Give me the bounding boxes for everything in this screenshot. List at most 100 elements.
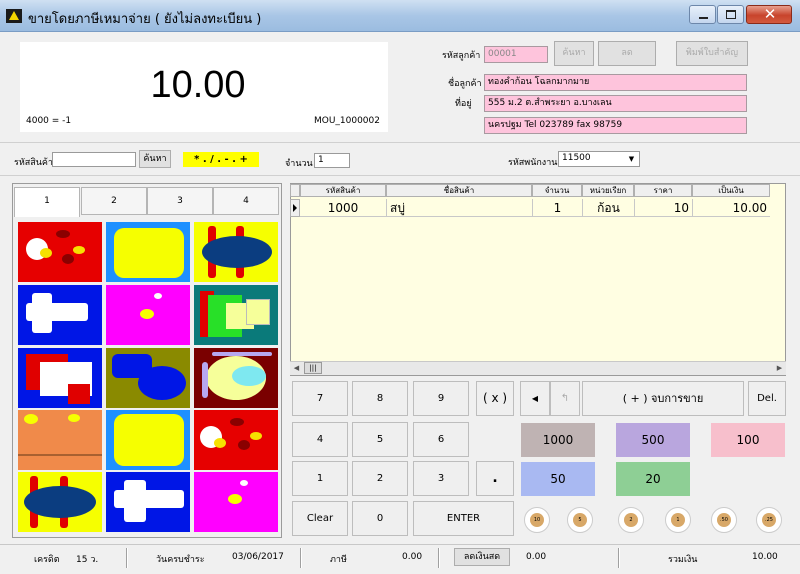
key-7[interactable]: 7 <box>292 381 348 416</box>
tab-2[interactable]: 2 <box>81 187 147 215</box>
status-divider <box>126 548 128 568</box>
display-amount: 10.00 <box>150 64 246 106</box>
coin-50-satang-button[interactable]: .50 <box>711 507 737 533</box>
find-customer-button[interactable]: ค้นหา <box>554 41 594 66</box>
coin-10-icon: 10 <box>530 513 544 527</box>
tab-3[interactable]: 3 <box>147 187 213 215</box>
return-button[interactable]: ↰ <box>550 381 580 416</box>
grid-header-product-code[interactable]: รหัสสินค้า <box>300 184 386 197</box>
status-divider <box>438 548 440 568</box>
coin-1-button[interactable]: 1 <box>665 507 691 533</box>
coin-5-button[interactable]: 5 <box>567 507 593 533</box>
find-product-button[interactable]: ค้นหา <box>139 150 171 168</box>
product-tile-3[interactable] <box>194 222 278 282</box>
address-line1-field[interactable]: 555 ม.2 ต.สำพระยา อ.บางเลน <box>484 95 747 112</box>
product-tile-13[interactable] <box>18 472 102 532</box>
table-cell[interactable]: สบู่ <box>386 199 532 217</box>
note-1000-button[interactable]: 1000 <box>521 423 595 457</box>
status-divider <box>300 548 302 568</box>
tax-label: ภาษี <box>330 555 347 565</box>
scroll-right-icon[interactable]: ▶ <box>773 362 786 374</box>
note-100-button[interactable]: 100 <box>711 423 785 457</box>
tab-4[interactable]: 4 <box>213 187 279 215</box>
chevron-down-icon[interactable]: ▼ <box>625 153 638 165</box>
grid-header-quantity[interactable]: จำนวน <box>532 184 582 197</box>
product-tile-6[interactable] <box>194 285 278 345</box>
quantity-input[interactable]: 1 <box>314 153 350 168</box>
close-button[interactable]: ✕ <box>746 5 792 24</box>
note-50-button[interactable]: 50 <box>521 462 595 496</box>
finish-sale-button[interactable]: ( + ) จบการขาย <box>582 381 744 416</box>
table-cell[interactable]: 1000 <box>300 199 386 217</box>
coin-10-button[interactable]: 10 <box>524 507 550 533</box>
cash-discount-value: 0.00 <box>526 552 547 562</box>
tab-1[interactable]: 1 <box>14 187 80 217</box>
key-3[interactable]: 3 <box>413 461 469 496</box>
customer-name-field[interactable]: ทองคำก้อน โฉลกมากมาย <box>484 74 747 91</box>
return-arrow-icon: ↰ <box>560 393 570 404</box>
total-label: รวมเงิน <box>668 555 698 565</box>
product-tile-4[interactable] <box>18 285 102 345</box>
customer-code-label: รหัสลูกค้า <box>442 51 481 61</box>
back-button[interactable]: ◀ <box>520 381 550 416</box>
add-button[interactable]: ลด <box>598 41 656 66</box>
grid-header-product-name[interactable]: ชื่อสินค้า <box>386 184 532 197</box>
note-500-button[interactable]: 500 <box>616 423 690 457</box>
key-8[interactable]: 8 <box>352 381 408 416</box>
key-4[interactable]: 4 <box>292 422 348 457</box>
clear-button[interactable]: Clear <box>292 501 348 536</box>
product-tile-7[interactable] <box>18 348 102 408</box>
product-tile-8[interactable] <box>106 348 190 408</box>
decimal-button[interactable]: . <box>476 461 514 496</box>
minimize-button[interactable] <box>689 5 716 24</box>
note-20-button[interactable]: 20 <box>616 462 690 496</box>
minimize-icon <box>699 17 708 19</box>
product-tile-1[interactable] <box>18 222 102 282</box>
coin-2-button[interactable]: 2 <box>618 507 644 533</box>
table-cell[interactable]: 1 <box>532 199 582 217</box>
triangle-left-icon: ◀ <box>531 394 539 403</box>
horizontal-scrollbar[interactable] <box>290 361 786 375</box>
customer-code-field[interactable]: 00001 <box>484 46 548 63</box>
product-tile-15[interactable] <box>194 472 278 532</box>
key-6[interactable]: 6 <box>413 422 469 457</box>
grid-header-price[interactable]: ราคา <box>634 184 692 197</box>
key-2[interactable]: 2 <box>352 461 408 496</box>
coin-50-satang-icon: .50 <box>717 513 731 527</box>
key-9[interactable]: 9 <box>413 381 469 416</box>
coin-25-satang-button[interactable]: .25 <box>756 507 782 533</box>
key-5[interactable]: 5 <box>352 422 408 457</box>
grid-header-amount[interactable]: เป็นเงิน <box>692 184 770 197</box>
coin-5-icon: 5 <box>573 513 587 527</box>
enter-button[interactable]: ENTER <box>413 501 514 536</box>
key-1[interactable]: 1 <box>292 461 348 496</box>
scroll-thumb[interactable]: ||| <box>304 362 322 374</box>
table-cell[interactable]: 10.00 <box>692 199 770 217</box>
product-tile-12[interactable] <box>194 410 278 470</box>
credit-value: 15 ว. <box>76 555 99 565</box>
cash-discount-button[interactable]: ลดเงินสด <box>454 548 510 566</box>
address-line2-field[interactable]: นครปฐม Tel 023789 fax 98759 <box>484 117 747 134</box>
table-cell[interactable]: ก้อน <box>582 199 634 217</box>
row-selector[interactable] <box>290 199 300 217</box>
maximize-button[interactable] <box>717 5 744 24</box>
key-0[interactable]: 0 <box>352 501 408 536</box>
product-tile-2[interactable] <box>106 222 190 282</box>
scroll-left-icon[interactable]: ◀ <box>290 362 303 374</box>
product-tile-14[interactable] <box>106 472 190 532</box>
product-tile-10[interactable] <box>18 410 102 470</box>
multiply-button[interactable]: ( x ) <box>476 381 514 416</box>
table-cell[interactable]: 10 <box>634 199 692 217</box>
quantity-label: จำนวน <box>285 159 313 169</box>
status-divider <box>618 548 620 568</box>
product-code-input[interactable] <box>52 152 136 167</box>
product-tile-5[interactable] <box>106 285 190 345</box>
product-tile-9[interactable] <box>194 348 278 408</box>
product-tile-11[interactable] <box>106 410 190 470</box>
delete-button[interactable]: Del. <box>748 381 786 416</box>
print-receipt-button[interactable]: พิมพ์ใบสำคัญ <box>676 41 748 66</box>
grid-header-unit[interactable]: หน่วยเรียก <box>582 184 634 197</box>
display-left-note: 4000 = -1 <box>26 116 72 126</box>
close-icon: ✕ <box>763 5 777 23</box>
maximize-icon <box>726 10 736 19</box>
